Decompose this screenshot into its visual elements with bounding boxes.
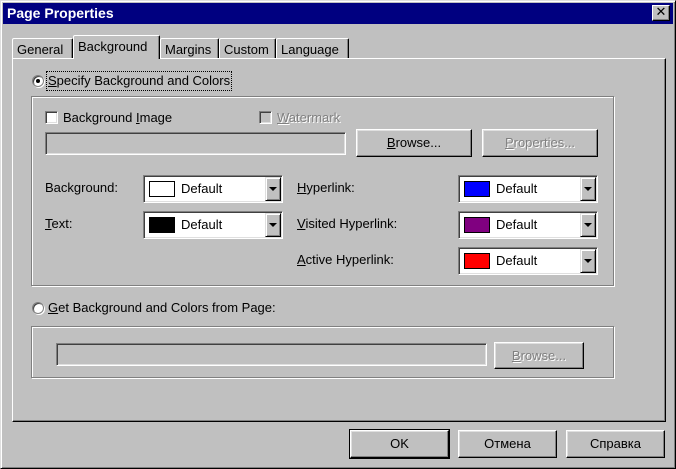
hyperlink-color-swatch (464, 181, 490, 197)
hyperlink-color-select[interactable]: Default (458, 175, 598, 203)
tab-general[interactable]: General (12, 38, 73, 59)
active-hyperlink-color-swatch (464, 253, 490, 269)
hyperlink-color-label: Hyperlink: (297, 180, 355, 195)
page-properties-dialog: Page Properties ✕ General Background Mar… (0, 0, 676, 469)
text-color-label: Text: (45, 216, 73, 231)
background-image-label: Background Image (63, 110, 173, 125)
chevron-down-icon[interactable] (265, 213, 281, 237)
specify-colors-label[interactable]: Specify Background and Colors (45, 71, 233, 91)
tab-language-label: Language (281, 42, 339, 57)
chevron-down-icon[interactable] (580, 177, 596, 201)
visited-hyperlink-color-swatch (464, 217, 490, 233)
watermark-checkbox[interactable] (259, 111, 272, 124)
tab-language[interactable]: Language (276, 38, 349, 59)
chevron-down-icon[interactable] (580, 213, 596, 237)
cancel-label: Отмена (484, 436, 531, 451)
from-page-path-input[interactable] (56, 343, 487, 366)
background-color-swatch (149, 181, 175, 197)
watermark-label: Watermark (277, 110, 341, 125)
visited-hyperlink-color-select[interactable]: Default (458, 211, 598, 239)
background-color-select[interactable]: Default (143, 175, 283, 203)
from-page-browse-button[interactable]: Browse... (494, 342, 584, 369)
text-color-value: Default (181, 217, 223, 232)
active-hyperlink-color-label: Active Hyperlink: (297, 252, 394, 267)
from-page-browse-label: Browse... (511, 348, 567, 363)
properties-label: Properties... (504, 135, 576, 150)
ok-button[interactable]: OK (349, 429, 450, 459)
title-bar[interactable]: Page Properties ✕ (3, 3, 673, 24)
from-page-radio[interactable] (32, 302, 44, 314)
hyperlink-color-value: Default (496, 181, 538, 196)
help-label: Справка (590, 436, 641, 451)
visited-hyperlink-color-label: Visited Hyperlink: (297, 216, 398, 231)
tab-background-label: Background (78, 39, 148, 54)
tab-custom-label: Custom (224, 42, 269, 57)
from-page-label: Get Background and Colors from Page: (48, 300, 276, 315)
specify-colors-radio[interactable] (32, 75, 44, 87)
cancel-button[interactable]: Отмена (458, 430, 557, 458)
chevron-down-icon[interactable] (265, 177, 281, 201)
close-icon[interactable]: ✕ (652, 5, 670, 21)
background-color-value: Default (181, 181, 223, 196)
active-hyperlink-color-select[interactable]: Default (458, 247, 598, 275)
browse-image-label: Browse... (386, 135, 442, 150)
help-button[interactable]: Справка (566, 430, 665, 458)
text-color-select[interactable]: Default (143, 211, 283, 239)
background-image-checkbox[interactable] (45, 111, 58, 124)
browse-image-button[interactable]: Browse... (356, 129, 472, 157)
chevron-down-icon[interactable] (580, 249, 596, 273)
tab-general-label: General (17, 42, 64, 57)
ok-label: OK (390, 436, 409, 451)
text-color-swatch (149, 217, 175, 233)
background-color-label: Background: (45, 180, 118, 195)
window-title: Page Properties (7, 5, 114, 21)
background-image-path-input[interactable] (45, 132, 346, 155)
tab-margins[interactable]: Margins (160, 38, 219, 59)
radio-selected-dot (36, 79, 40, 83)
tab-background[interactable]: Background (73, 35, 160, 59)
tab-margins-label: Margins (165, 42, 212, 57)
visited-hyperlink-color-value: Default (496, 217, 538, 232)
tab-custom[interactable]: Custom (219, 38, 276, 59)
active-hyperlink-color-value: Default (496, 253, 538, 268)
background-tab-panel: Specify Background and Colors Background… (12, 58, 666, 422)
properties-button[interactable]: Properties... (482, 129, 598, 157)
